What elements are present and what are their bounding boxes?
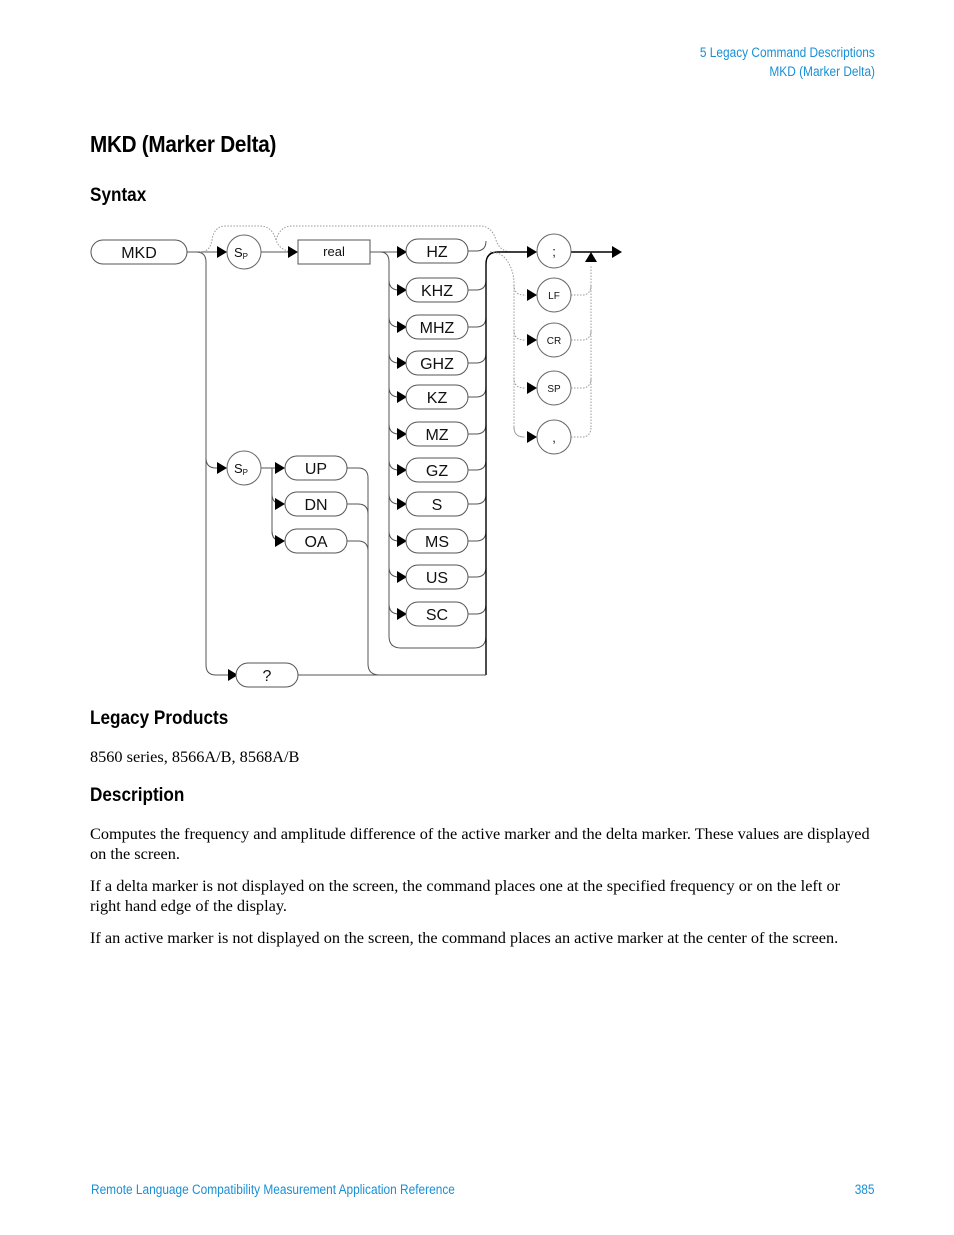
- description-paragraph: If an active marker is not displayed on …: [90, 928, 839, 947]
- token-label: MKD: [121, 245, 157, 262]
- unit-token-ghz: GHZ: [405, 350, 469, 376]
- token-label: MS: [425, 534, 449, 551]
- arrow-head: [585, 252, 597, 262]
- token-label: MZ: [425, 427, 448, 444]
- legacy-products-text: 8560 series, 8566A/B, 8568A/B: [90, 747, 300, 766]
- token-label: DN: [304, 497, 327, 514]
- unit-token-mz: MZ: [405, 421, 469, 447]
- connector-line: [347, 467, 369, 479]
- arrow-head: [527, 431, 537, 443]
- arrow-head: [275, 462, 285, 474]
- connector-line: [468, 566, 487, 578]
- token-label: SC: [426, 607, 448, 624]
- token-label: LF: [548, 291, 560, 302]
- unit-token-mhz: MHZ: [405, 314, 469, 340]
- sp-token: SP: [226, 450, 262, 486]
- connector-line: [513, 329, 526, 341]
- token-label: OA: [304, 534, 327, 551]
- description-paragraph: Computes the frequency and amplitude dif…: [90, 824, 870, 863]
- option-token-oa: OA: [284, 528, 348, 554]
- connector-line: [347, 503, 369, 515]
- terminator-token: CR: [536, 322, 572, 358]
- token-label: KZ: [427, 390, 448, 407]
- connector-line: [468, 493, 487, 505]
- token-label: ,: [552, 430, 556, 445]
- connector-line: [485, 251, 535, 675]
- connector-line: [468, 423, 487, 435]
- arrow-head: [275, 498, 285, 510]
- token-label: KHZ: [421, 283, 453, 300]
- real-token: real: [297, 239, 371, 265]
- arrow-head: [217, 462, 227, 474]
- connector-line: [513, 284, 526, 296]
- token-label: US: [426, 570, 448, 587]
- connector-line: [205, 458, 236, 676]
- connector-line: [571, 377, 592, 389]
- unit-token-hz: HZ: [405, 238, 469, 264]
- arrow-head: [527, 334, 537, 346]
- arrow-head: [397, 246, 407, 258]
- unit-token-kz: KZ: [405, 384, 469, 410]
- connector-line: [468, 279, 487, 291]
- connector-line: [571, 426, 592, 438]
- connector-line: [571, 284, 592, 296]
- token-label: HZ: [426, 244, 448, 261]
- token-label: MHZ: [420, 320, 455, 337]
- end-arrow: [612, 246, 622, 258]
- unit-token-khz: KHZ: [405, 277, 469, 303]
- arrow-head: [527, 246, 537, 258]
- legacy-products-heading: Legacy Products: [90, 707, 229, 729]
- token-label: UP: [305, 461, 327, 478]
- arrow-head: [275, 535, 285, 547]
- description-heading: Description: [90, 784, 185, 806]
- token-label: ;: [552, 244, 556, 259]
- terminator-token: ;: [536, 233, 572, 269]
- query-token: ?: [235, 662, 299, 688]
- unit-token-gz: GZ: [405, 457, 469, 483]
- connector-line: [468, 240, 487, 252]
- connector-line: [571, 329, 592, 341]
- arrow-head: [527, 289, 537, 301]
- arrow-head: [217, 246, 227, 258]
- terminator-token: SP: [536, 370, 572, 406]
- syntax-diagram: MKD SP real HZ KHZ MHZ GHZ KZ MZ GZ S MS US SC SP UP DN O…: [90, 225, 622, 688]
- arrow-head: [527, 382, 537, 394]
- arrow-head: [288, 246, 298, 258]
- connector-line: [468, 386, 487, 398]
- terminator-token: ,: [536, 419, 572, 455]
- description-paragraph: If a delta marker is not displayed on th…: [90, 876, 841, 915]
- unit-token-sc: SC: [405, 601, 469, 627]
- token-label: GHZ: [420, 356, 454, 373]
- option-token-up: UP: [284, 455, 348, 481]
- connector-line: [468, 530, 487, 542]
- page-number: 385: [855, 1182, 875, 1197]
- connector-line: [489, 251, 525, 438]
- connector-line: [195, 251, 225, 469]
- token-label: GZ: [426, 463, 448, 480]
- connector-line: [468, 316, 487, 328]
- unit-token-us: US: [405, 564, 469, 590]
- token-label: ?: [263, 668, 272, 685]
- option-token-dn: DN: [284, 491, 348, 517]
- sp-token: SP: [226, 234, 262, 270]
- unit-token-ms: MS: [405, 528, 469, 554]
- connector-line: [347, 540, 369, 552]
- token-label: SP: [547, 384, 561, 395]
- connector-line: [468, 603, 487, 615]
- diagram-tokens: MKD SP real HZ KHZ MHZ GHZ KZ MZ GZ S MS US SC SP UP DN O…: [90, 233, 622, 688]
- command-token-mkd: MKD: [90, 239, 188, 265]
- token-label: CR: [547, 336, 561, 347]
- terminator-token: LF: [536, 277, 572, 313]
- token-label: S: [432, 497, 443, 514]
- unit-token-s: S: [405, 491, 469, 517]
- connector-line: [468, 352, 487, 364]
- connector-line: [468, 459, 487, 471]
- token-label: real: [323, 244, 345, 259]
- connector-line: [513, 377, 526, 389]
- connector-line: [513, 426, 526, 438]
- footer-title: Remote Language Compatibility Measuremen…: [91, 1182, 455, 1197]
